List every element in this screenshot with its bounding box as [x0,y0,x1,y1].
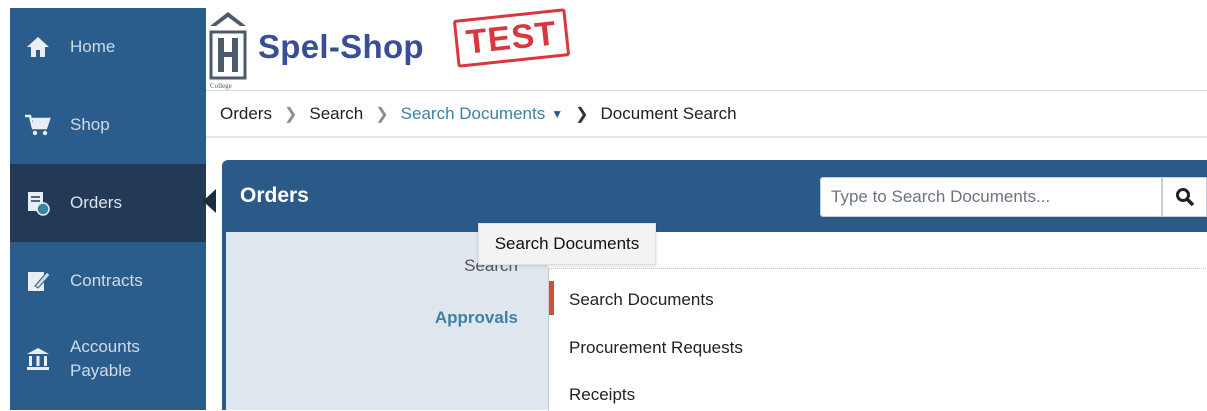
menu-item-procurement-requests[interactable]: Procurement Requests [569,338,743,358]
caret-down-icon[interactable]: ▼ [551,107,563,121]
search-icon [1175,188,1194,207]
home-icon [24,33,52,61]
breadcrumb-orders[interactable]: Orders [220,104,272,124]
college-logo: College [206,8,250,90]
search-placeholder: Type to Search Documents... [831,187,1051,206]
active-item-pointer [203,189,216,213]
brand-name: Spel-Shop [258,28,424,65]
sidebar-item-label: Accounts Payable [70,335,140,383]
breadcrumb: Orders ❯ Search ❯ Search Documents ▼ ❯ D… [206,90,1207,138]
breadcrumb-search-documents[interactable]: Search Documents [401,104,546,124]
sidebar-item-orders[interactable]: Orders [10,164,206,242]
tooltip: Search Documents [478,223,656,265]
search-input[interactable]: Type to Search Documents... [820,177,1162,217]
chevron-right-icon: ❯ [375,105,389,123]
search-documents-menu: Search Documents Procurement Requests Re… [548,268,1207,411]
sidebar-item-shop[interactable]: Shop [10,86,206,164]
cart-icon [24,111,52,139]
sidebar-item-home[interactable]: Home [10,8,206,86]
menu-item-search-documents[interactable]: Search Documents [569,290,714,310]
search-button[interactable] [1162,177,1207,217]
chevron-right-icon: ❯ [283,105,298,123]
sidebar-item-label-line1: Accounts [70,337,140,356]
menu-active-marker [549,281,554,315]
logo-caption: College [210,82,232,90]
chevron-right-icon: ❯ [575,105,589,123]
sidebar-item-label: Home [70,37,116,56]
bank-icon [24,345,52,373]
sidebar-item-label: Contracts [70,271,143,290]
sidebar-item-label: Shop [70,115,110,134]
sidebar-item-contracts[interactable]: Contracts [10,242,206,320]
orders-panel-header: Orders Type to Search Documents... [222,160,1207,232]
breadcrumb-document-search: Document Search [600,103,737,123]
sidebar-item-label-line2: Payable [70,361,132,380]
panel-title: Orders [240,184,309,207]
left-link-approvals[interactable]: Approvals [435,308,518,328]
orders-icon [24,189,52,217]
breadcrumb-search[interactable]: Search [309,104,363,124]
menu-item-receipts[interactable]: Receipts [569,385,635,405]
sidebar-item-accounts-payable[interactable]: Accounts Payable [10,320,206,398]
sidebar-item-label: Orders [70,193,122,212]
test-stamp: TEST [452,8,571,68]
contract-icon [24,267,52,295]
sidebar-nav: Home Shop Orders Contracts Accounts Paya… [10,8,206,410]
